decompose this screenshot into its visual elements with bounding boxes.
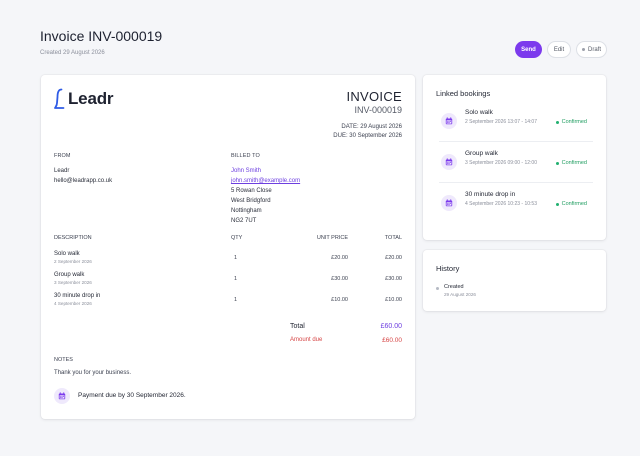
invoice-number: INV-000019 <box>354 105 402 115</box>
invoice-heading: INVOICE <box>346 89 402 104</box>
history-event-date: 29 August 2026 <box>444 292 476 297</box>
line-item-total: £30.00 <box>385 276 402 282</box>
from-label: FROM <box>54 153 71 159</box>
line-item-date: 4 September 2026 <box>54 301 92 306</box>
line-item-name: Group walk <box>54 272 85 278</box>
booking-status: Confirmed <box>555 201 587 207</box>
line-item-qty: 1 <box>234 276 238 282</box>
status-dot-icon <box>555 161 559 165</box>
booking-item[interactable]: Group walk 3 September 2026 09:00 - 12:0… <box>439 148 593 183</box>
linked-bookings-title: Linked bookings <box>436 89 491 98</box>
history-card: History Created 29 August 2026 <box>423 250 606 311</box>
address-line: 5 Rowan Close <box>231 188 272 194</box>
invoice-due-date: DUE: 30 September 2026 <box>333 133 402 139</box>
total-label: Total <box>290 323 305 330</box>
line-item-unit-price: £20.00 <box>331 255 348 261</box>
address-line: West Bridgford <box>231 198 271 204</box>
booking-status-label: Confirmed <box>561 119 587 125</box>
booking-name: 30 minute drop in <box>465 191 516 198</box>
address-line: Nottingham <box>231 208 262 214</box>
status-dot-icon <box>555 120 559 124</box>
column-header-total: TOTAL <box>384 235 402 241</box>
booking-status: Confirmed <box>555 119 587 125</box>
page-title: Invoice INV-000019 <box>40 28 163 44</box>
booking-status-label: Confirmed <box>561 201 587 207</box>
status-dot-icon <box>555 202 559 206</box>
calendar-icon <box>441 113 457 129</box>
customer-name-link[interactable]: John Smith <box>231 166 261 176</box>
amount-due-label: Amount due <box>290 337 323 343</box>
invoice-date: DATE: 29 August 2026 <box>341 124 402 130</box>
notes-label: NOTES <box>54 357 73 363</box>
from-email: hello@leadrapp.co.uk <box>54 178 113 184</box>
line-item-name: 30 minute drop in <box>54 293 101 299</box>
status-badge: Draft <box>576 41 607 58</box>
column-header-description: DESCRIPTION <box>54 235 92 241</box>
booking-item[interactable]: 30 minute drop in 4 September 2026 10:23… <box>439 189 593 224</box>
calendar-icon <box>441 154 457 170</box>
status-badge-label: Draft <box>587 46 601 53</box>
history-title: History <box>436 264 460 273</box>
header-actions: Send Edit Draft <box>515 41 607 58</box>
booking-name: Group walk <box>465 150 498 157</box>
booking-name: Solo walk <box>465 109 493 116</box>
booking-status-label: Confirmed <box>561 160 587 166</box>
timeline-dot-icon <box>436 287 439 290</box>
booking-time: 2 September 2026 13:07 - 14:07 <box>465 119 537 125</box>
from-name: Leadr <box>54 168 70 174</box>
line-item-total: £20.00 <box>385 255 402 261</box>
billed-to-label: BILLED TO <box>231 153 260 159</box>
line-item-name: Solo walk <box>54 251 80 257</box>
payment-due-text: Payment due by 30 September 2026. <box>78 392 186 399</box>
booking-status: Confirmed <box>555 160 587 166</box>
brand-logo: Leadr <box>54 88 113 110</box>
calendar-icon <box>441 195 457 211</box>
line-item-unit-price: £30.00 <box>331 276 348 282</box>
column-header-qty: QTY <box>231 235 243 241</box>
invoice-card: Leadr INVOICE INV-000019 DATE: 29 August… <box>41 75 415 419</box>
send-button[interactable]: Send <box>515 41 542 58</box>
leadr-logo-icon <box>54 88 65 109</box>
brand-name: Leadr <box>68 89 114 108</box>
booking-item[interactable]: Solo walk 2 September 2026 13:07 - 14:07… <box>439 107 593 142</box>
status-dot-icon <box>581 48 585 51</box>
address-line: NG2 7UT <box>231 218 257 224</box>
notes-text: Thank you for your business. <box>54 370 132 376</box>
edit-button[interactable]: Edit <box>547 41 571 58</box>
customer-email-link[interactable]: john.smith@example.com <box>231 176 300 186</box>
line-item-unit-price: £10.00 <box>331 297 348 303</box>
column-header-unit-price: UNIT PRICE <box>316 235 348 241</box>
amount-due-value: £60.00 <box>382 337 402 344</box>
line-item-total: £10.00 <box>385 297 402 303</box>
booking-time: 4 September 2026 10:23 - 10:53 <box>465 201 537 207</box>
total-value: £60.00 <box>380 323 402 330</box>
line-item-date: 3 September 2026 <box>54 280 92 285</box>
booking-time: 3 September 2026 09:00 - 12:00 <box>465 160 537 166</box>
line-item-qty: 1 <box>234 297 238 303</box>
history-event-name: Created <box>444 284 464 290</box>
linked-bookings-card: Linked bookings Solo walk 2 September 20… <box>423 75 606 240</box>
line-item-qty: 1 <box>234 255 238 261</box>
calendar-icon <box>54 388 70 404</box>
line-item-date: 2 September 2026 <box>54 259 92 264</box>
created-date: Created 29 August 2026 <box>40 50 105 56</box>
